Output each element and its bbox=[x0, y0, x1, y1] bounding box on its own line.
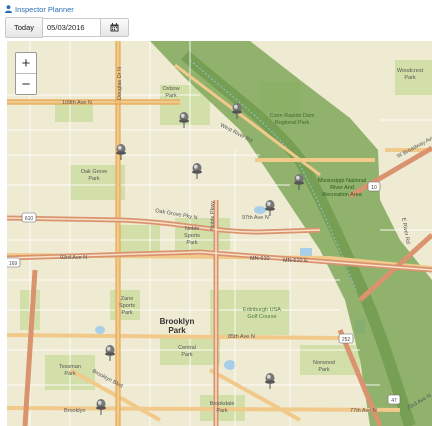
label-edinburgh: Edinburgh USA bbox=[243, 307, 281, 313]
label-zane-sports: Sports bbox=[119, 303, 135, 309]
label-noble: Noble bbox=[185, 226, 199, 232]
label-oxbow: Oxbow bbox=[162, 86, 179, 92]
shield-252: 252 bbox=[342, 337, 351, 343]
label-recreation-area: Recreation Area bbox=[322, 192, 362, 198]
shield-47: 47 bbox=[391, 398, 397, 404]
label-brooklyn-park: Park bbox=[168, 326, 186, 335]
today-button[interactable]: Today bbox=[5, 17, 44, 38]
label-brookdale: Brookdale bbox=[210, 401, 235, 407]
label-mississippi-national: Mississippi National bbox=[318, 178, 366, 184]
date-toolbar: Today bbox=[5, 17, 130, 38]
label-mn610-e: MN-610 E bbox=[283, 258, 308, 264]
label-woodcrest: Woodcrest bbox=[397, 68, 424, 74]
label-93rd-ave: 93rd Ave N bbox=[60, 255, 87, 261]
label-mn610: MN-610 bbox=[250, 256, 270, 262]
label-brooklyn: Brooklyn bbox=[160, 317, 195, 326]
label-85th-ave: 85th Ave N bbox=[228, 334, 255, 340]
label-river-and: River And bbox=[330, 185, 354, 191]
label-golf-course: Golf Course bbox=[247, 314, 276, 320]
label-zane-park: Park bbox=[121, 310, 133, 316]
label-brookdale-park: Park bbox=[216, 408, 228, 414]
label-oak-grove-park: Park bbox=[88, 176, 100, 182]
label-norwood: Norwood bbox=[313, 360, 335, 366]
user-icon bbox=[5, 5, 12, 13]
calendar-icon bbox=[110, 23, 119, 32]
app-title-bar: Inspector Planner bbox=[5, 3, 74, 15]
label-norwood-park: Park bbox=[318, 367, 330, 373]
map-view[interactable]: 610 169 252 10 47 Woodcrest Park 109th A… bbox=[7, 41, 432, 426]
label-zane: Zane bbox=[121, 296, 134, 302]
zoom-out-button[interactable]: − bbox=[16, 74, 36, 94]
label-noble-pkwy: Noble Pkwy bbox=[210, 201, 216, 230]
label-douglas-dr: Douglas Dr N bbox=[117, 67, 123, 100]
app-title[interactable]: Inspector Planner bbox=[15, 5, 74, 14]
label-noble-park: Park bbox=[186, 240, 198, 246]
label-77th-ave: 77th Ave N bbox=[350, 408, 377, 414]
label-regional-park: Regional Park bbox=[275, 120, 310, 126]
label-noble-sports: Sports bbox=[184, 233, 200, 239]
label-oxbow-park: Park bbox=[165, 93, 177, 99]
label-coon-rapids-dam: Coon Rapids Dam bbox=[270, 113, 315, 119]
calendar-button[interactable] bbox=[101, 18, 130, 37]
date-input[interactable] bbox=[43, 18, 102, 37]
label-109th-ave: 109th Ave N bbox=[62, 100, 92, 106]
shield-169: 169 bbox=[9, 261, 18, 267]
label-brooklyn-2: Brooklyn bbox=[64, 408, 85, 414]
shield-10: 10 bbox=[371, 185, 377, 191]
label-tessman: Tessman bbox=[59, 364, 81, 370]
label-central: Central bbox=[178, 345, 196, 351]
label-central-park: Park bbox=[181, 352, 193, 358]
map-canvas[interactable]: 610 169 252 10 47 Woodcrest Park 109th A… bbox=[7, 41, 432, 426]
label-97th-ave: 97th Ave N bbox=[242, 215, 269, 221]
label-woodcrest-park: Park bbox=[404, 75, 416, 81]
zoom-control: + − bbox=[15, 52, 37, 95]
zoom-in-button[interactable]: + bbox=[16, 53, 36, 74]
label-oak-grove: Oak Grove bbox=[81, 169, 108, 175]
shield-610: 610 bbox=[25, 216, 34, 222]
label-tessman-park: Park bbox=[64, 371, 76, 377]
